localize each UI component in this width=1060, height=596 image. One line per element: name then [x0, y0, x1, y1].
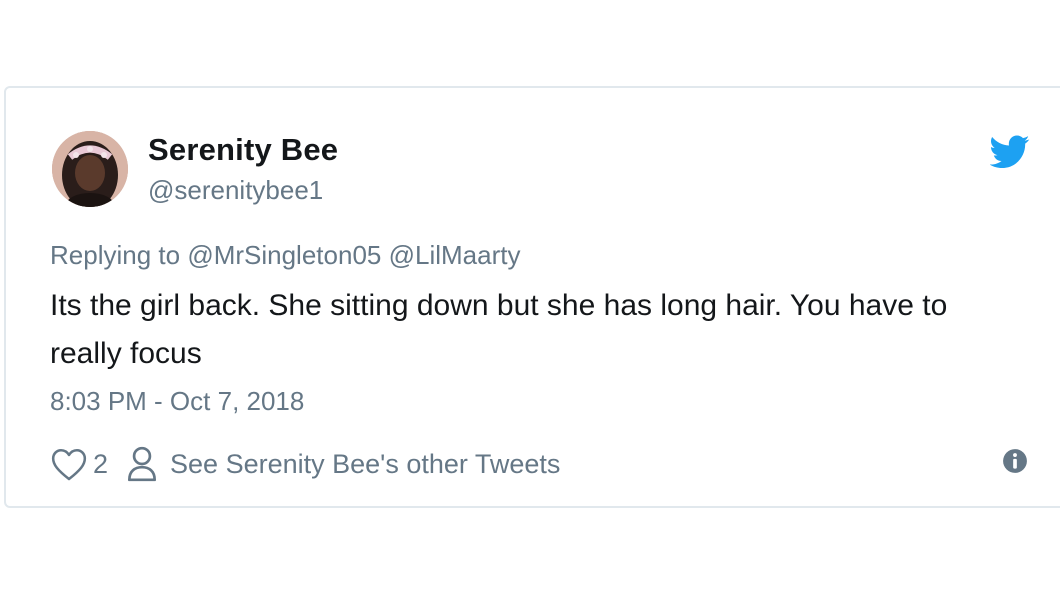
display-name[interactable]: Serenity Bee	[148, 132, 338, 168]
heart-icon[interactable]	[50, 446, 88, 482]
mention-link[interactable]: @MrSingleton05	[187, 240, 381, 270]
tweet-text: Its the girl back. She sitting down but …	[50, 289, 948, 370]
see-other-tweets-link[interactable]: See Serenity Bee's other Tweets	[170, 449, 560, 480]
replying-to-line: Replying to @MrSingleton05 @LilMaarty	[50, 240, 520, 271]
tweet-timestamp[interactable]: 8:03 PM - Oct 7, 2018	[50, 386, 304, 417]
user-handle[interactable]: @serenitybee1	[148, 175, 323, 206]
info-icon[interactable]	[1002, 448, 1028, 474]
avatar[interactable]	[52, 131, 128, 207]
replying-to-label: Replying to	[50, 240, 181, 270]
twitter-bird-icon[interactable]	[990, 134, 1030, 170]
person-icon[interactable]	[126, 445, 158, 483]
action-bar: 2 See Serenity Bee's other Tweets	[50, 444, 560, 484]
like-count[interactable]: 2	[93, 449, 108, 480]
mention-link[interactable]: @LilMaarty	[389, 240, 521, 270]
tweet-card: Serenity Bee @serenitybee1 Replying to @…	[4, 86, 1060, 508]
avatar-image	[52, 131, 128, 207]
